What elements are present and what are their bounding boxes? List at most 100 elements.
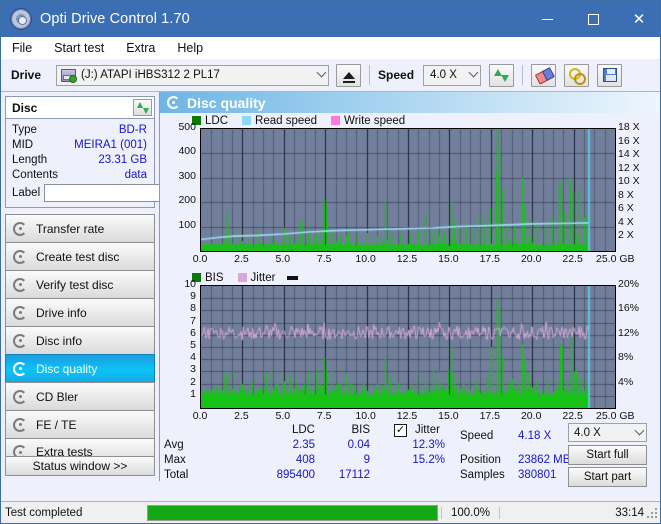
y-tick-label: 7 xyxy=(160,315,196,327)
x-tick-label: 20.0 xyxy=(513,253,549,265)
stats-avg-jitter: 12.3% xyxy=(385,439,445,451)
x-tick-label: 15.0 xyxy=(430,410,466,422)
disc-row-key: Length xyxy=(12,154,47,166)
progress-bar-fill xyxy=(148,506,437,520)
eraser-icon xyxy=(535,68,552,83)
toolbar: Drive (J:) ATAPI iHBS312 2 PL17 Speed 4.… xyxy=(1,59,661,92)
sidebar-item-label: Transfer rate xyxy=(36,222,104,236)
sidebar-item-drive-info[interactable]: Drive info xyxy=(5,298,155,326)
window-title: Opti Drive Control 1.70 xyxy=(40,11,190,27)
y2-tick-label: 10 X xyxy=(618,175,640,187)
resize-grip[interactable] xyxy=(647,508,659,520)
eject-icon xyxy=(343,72,355,79)
legend-swatch-write-speed xyxy=(331,116,340,125)
chart-bis-canvas xyxy=(200,285,616,409)
x-tick-label: 25.0 GB xyxy=(596,410,632,422)
legend-label-bis: BIS xyxy=(205,272,224,284)
disc-panel-header: Disc xyxy=(6,97,154,119)
menu-item-file[interactable]: File xyxy=(10,39,42,57)
content-panel: Disc quality LDC Read speed Write speed … xyxy=(159,92,661,481)
erase-button[interactable] xyxy=(531,64,556,87)
chevron-down-icon xyxy=(635,425,645,435)
y-tick-label: 6 xyxy=(160,327,196,339)
chart-ldc-canvas xyxy=(200,128,616,252)
y2-tick-label: 18 X xyxy=(618,121,640,133)
disc-row-value: data xyxy=(125,169,147,181)
app-disc-icon xyxy=(10,8,32,30)
save-icon xyxy=(603,68,617,82)
stats-header-ldc: LDC xyxy=(255,424,315,436)
sidebar-item-disc-info[interactable]: Disc info xyxy=(5,326,155,354)
disc-row-key: MID xyxy=(12,139,33,151)
x-tick-label: 22.5 xyxy=(555,410,591,422)
chevron-down-icon xyxy=(469,68,479,78)
y2-tick-label: 12 X xyxy=(618,162,640,174)
y2-tick-label: 16% xyxy=(618,302,639,314)
sidebar-item-verify-test-disc[interactable]: Verify test disc xyxy=(5,270,155,298)
sidebar-item-disc-quality[interactable]: Disc quality xyxy=(5,354,155,382)
disc-row-mid: MID MEIRA1 (001) xyxy=(6,137,154,152)
legend-swatch-marker xyxy=(287,276,298,280)
speed-label: Speed xyxy=(378,68,414,82)
jitter-checkbox[interactable]: ✓ xyxy=(394,424,407,437)
disc-refresh-button[interactable] xyxy=(133,99,152,116)
y-tick-label: 2 xyxy=(160,376,196,388)
stats-row-label-avg: Avg xyxy=(164,439,184,451)
eject-button[interactable] xyxy=(336,64,361,87)
stats-total-bis: 17112 xyxy=(315,469,370,481)
speed-select-value: 4.0 X xyxy=(430,69,457,81)
legend-label-jitter: Jitter xyxy=(251,272,276,284)
y2-tick-label: 20% xyxy=(618,278,639,290)
x-tick-label: 10.0 xyxy=(348,253,384,265)
sidebar-item-label: Verify test disc xyxy=(36,278,113,292)
start-full-button[interactable]: Start full xyxy=(568,445,647,465)
y-tick-label: 1 xyxy=(160,388,196,400)
disc-row-value: MEIRA1 (001) xyxy=(74,139,147,151)
status-message: Test completed xyxy=(1,507,145,519)
y-tick-label: 200 xyxy=(160,194,196,206)
speed-select[interactable]: 4.0 X xyxy=(423,65,481,86)
x-tick-label: 2.5 xyxy=(223,253,259,265)
chart-ldc-plot-wrap: 100200300400500 2 X4 X6 X8 X10 X12 X14 X… xyxy=(160,128,661,268)
start-part-button[interactable]: Start part xyxy=(568,467,647,487)
close-button[interactable]: ✕ xyxy=(616,1,661,37)
refresh-icon xyxy=(137,102,149,114)
sidebar-item-fe-te[interactable]: FE / TE xyxy=(5,410,155,438)
maximize-icon xyxy=(588,14,599,25)
progress-bar xyxy=(147,505,438,521)
refresh-icon xyxy=(494,68,509,83)
sidebar-item-cd-bler[interactable]: CD Bler xyxy=(5,382,155,410)
y-tick-label: 300 xyxy=(160,170,196,182)
disc-icon xyxy=(13,306,27,320)
app-window: Opti Drive Control 1.70 ✕ File Start tes… xyxy=(0,0,661,524)
menu-bar: File Start test Extra Help xyxy=(1,37,661,59)
jitter-label: Jitter xyxy=(415,424,440,436)
disc-label-key: Label xyxy=(12,187,40,199)
y2-tick-label: 2 X xyxy=(618,229,634,241)
y2-tick-label: 6 X xyxy=(618,202,634,214)
sidebar-item-transfer-rate[interactable]: Transfer rate xyxy=(5,214,155,242)
toolbar-divider-2 xyxy=(522,65,523,85)
disc-quality-icon xyxy=(167,96,180,109)
menu-item-help[interactable]: Help xyxy=(175,39,213,57)
sidebar-item-label: FE / TE xyxy=(36,418,76,432)
menu-item-start-test[interactable]: Start test xyxy=(52,39,114,57)
region-button[interactable] xyxy=(564,64,589,87)
menu-item-extra[interactable]: Extra xyxy=(124,39,165,57)
minimize-icon xyxy=(542,19,553,20)
speed-result-value: 4.18 X xyxy=(518,430,551,442)
drive-icon xyxy=(61,69,76,82)
page-title: Disc quality xyxy=(187,95,266,111)
progress-percent: 100.0% xyxy=(441,507,499,519)
test-speed-select[interactable]: 4.0 X xyxy=(568,423,647,442)
minimize-button[interactable] xyxy=(524,1,570,37)
disc-icon xyxy=(13,334,27,348)
drive-select[interactable]: (J:) ATAPI iHBS312 2 PL17 xyxy=(56,65,329,86)
save-button[interactable] xyxy=(597,64,622,87)
refresh-speed-button[interactable] xyxy=(489,64,514,87)
maximize-button[interactable] xyxy=(570,1,616,37)
sidebar-item-label: Disc quality xyxy=(36,362,97,376)
sidebar-item-create-test-disc[interactable]: Create test disc xyxy=(5,242,155,270)
disc-row-value: 23.31 GB xyxy=(98,154,147,166)
status-window-button[interactable]: Status window >> xyxy=(5,456,155,476)
